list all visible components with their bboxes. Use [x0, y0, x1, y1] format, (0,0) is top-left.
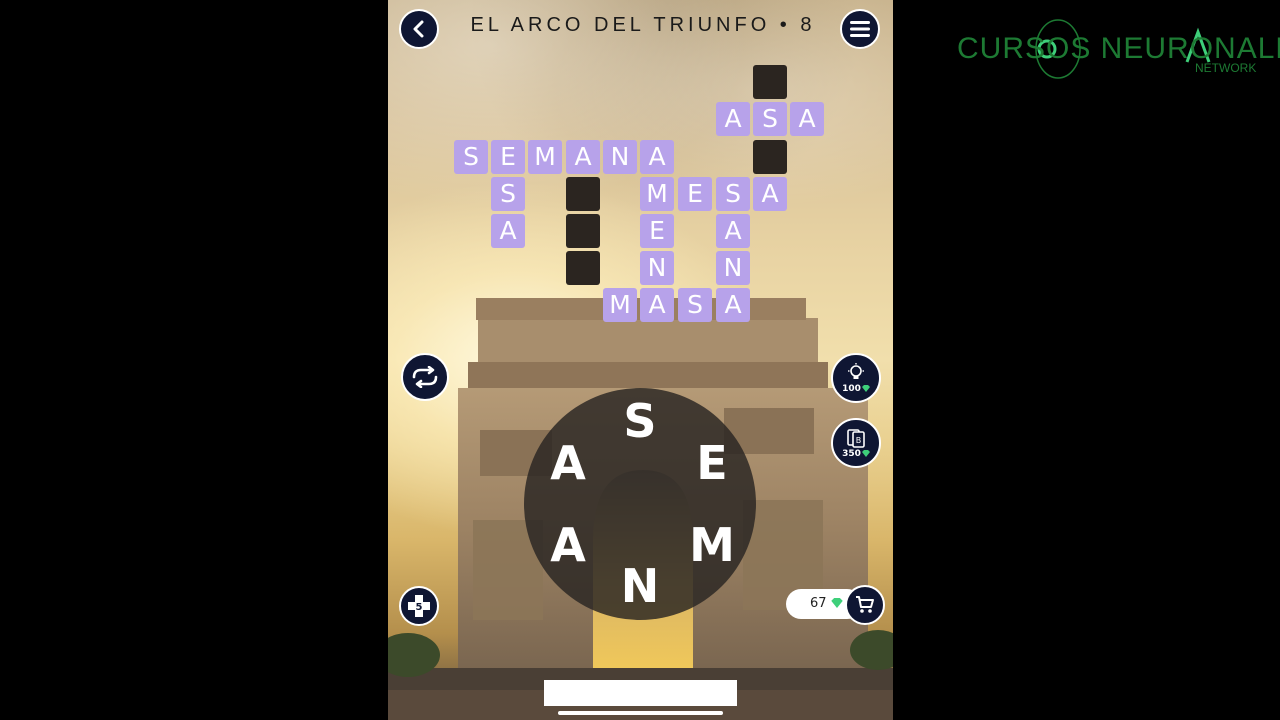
grid-tile: M	[640, 177, 674, 211]
brand-sub-text: NETWORK	[1195, 61, 1257, 75]
grid-tile: E	[678, 177, 712, 211]
grid-tile-empty	[566, 214, 600, 248]
shuffle-icon	[412, 366, 438, 388]
wheel-letter[interactable]: M	[687, 520, 737, 570]
grid-tile: S	[454, 140, 488, 174]
brand-logo: CURSOS NEURONALL NETWORK	[955, 18, 1280, 86]
grid-tile: M	[603, 288, 637, 322]
gem-icon	[861, 450, 870, 457]
plus-icon: 5	[408, 595, 430, 617]
reveal-cost: 350	[842, 448, 861, 459]
grid-tile: A	[566, 140, 600, 174]
lightbulb-icon	[848, 362, 864, 379]
cart-icon	[856, 596, 874, 613]
grid-tile: A	[716, 214, 750, 248]
grid-tile: S	[716, 177, 750, 211]
grid-tile-empty	[753, 65, 787, 99]
grid-tile: A	[790, 102, 824, 136]
grid-tile: A	[640, 140, 674, 174]
grid-tile: E	[491, 140, 525, 174]
grid-tile-empty	[566, 251, 600, 285]
shop-button[interactable]	[845, 585, 885, 625]
chevron-left-icon	[413, 20, 424, 38]
wheel-letter[interactable]: E	[687, 438, 737, 488]
level-title: EL ARCO DEL TRIUNFO • 8	[470, 14, 816, 36]
wheel-letter[interactable]: S	[615, 396, 665, 446]
grid-tile: N	[603, 140, 637, 174]
grid-tile: S	[753, 102, 787, 136]
grid-tile: M	[528, 140, 562, 174]
game-screen: EL ARCO DEL TRIUNFO • 8 A S A S E M A N …	[388, 0, 893, 720]
grid-tile: A	[716, 288, 750, 322]
wheel-letter[interactable]: A	[543, 520, 593, 570]
wheel-letter[interactable]: A	[543, 438, 593, 488]
grid-tile: A	[640, 288, 674, 322]
grid-tile-empty	[566, 177, 600, 211]
grid-tile: A	[716, 102, 750, 136]
gem-count: 67	[810, 596, 827, 611]
grid-tile: N	[716, 251, 750, 285]
grid-tile: N	[640, 251, 674, 285]
banner-placeholder	[544, 680, 737, 706]
extra-count: 5	[416, 602, 423, 613]
gem-icon	[861, 385, 870, 392]
grid-tile: A	[491, 214, 525, 248]
menu-button[interactable]	[840, 9, 880, 49]
wheel-letter[interactable]: N	[615, 561, 665, 611]
letter-wheel[interactable]: S E M N A A	[524, 388, 756, 620]
hamburger-icon	[850, 21, 870, 37]
hint-button[interactable]: 100	[831, 353, 881, 403]
reveal-button[interactable]: B 350	[831, 418, 881, 468]
cards-icon: B	[847, 428, 865, 448]
shuffle-button[interactable]	[401, 353, 449, 401]
grid-tile-empty	[753, 140, 787, 174]
home-indicator[interactable]	[558, 711, 723, 715]
extra-words-button[interactable]: 5	[399, 586, 439, 626]
grid-tile: E	[640, 214, 674, 248]
gem-icon	[830, 598, 843, 608]
grid-tile: S	[678, 288, 712, 322]
hint-cost: 100	[842, 383, 861, 394]
svg-text:B: B	[856, 436, 862, 445]
back-button[interactable]	[399, 9, 439, 49]
grid-tile: S	[491, 177, 525, 211]
grid-tile: A	[753, 177, 787, 211]
